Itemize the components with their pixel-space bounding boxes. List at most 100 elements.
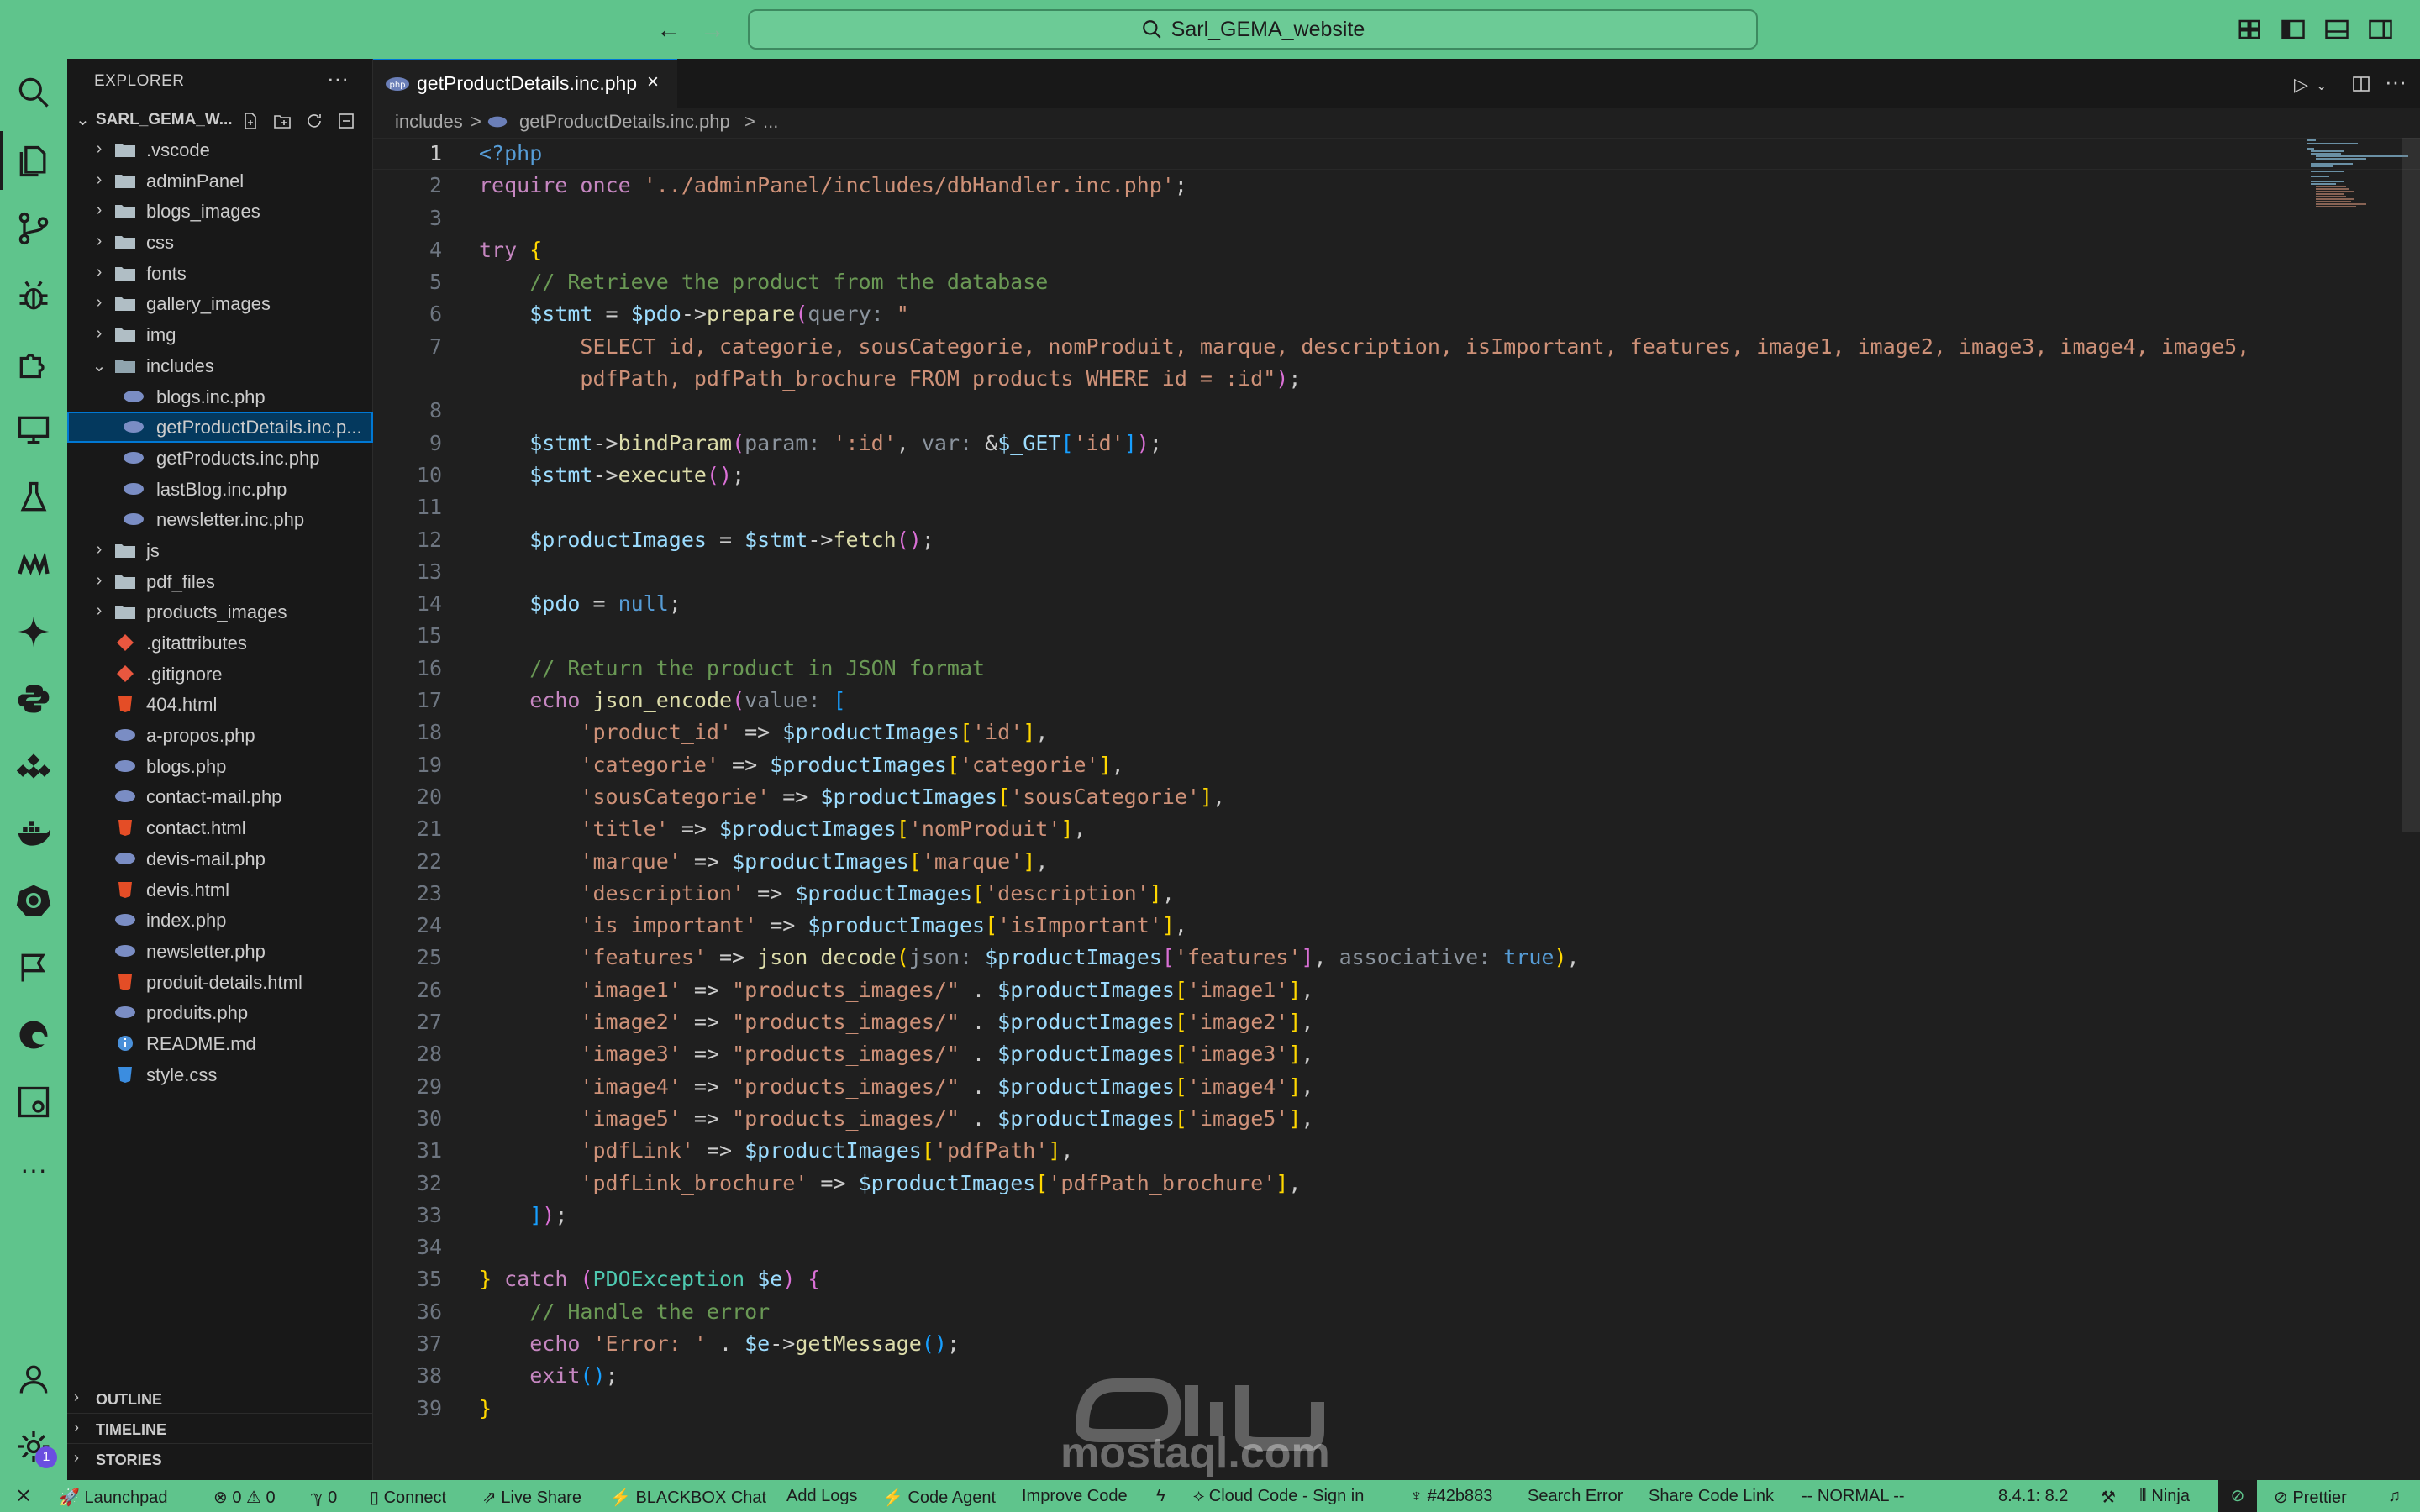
- statusbar-add-logs[interactable]: Add Logs: [786, 1487, 858, 1506]
- statusbar-color[interactable]: ♆ #42b883: [1410, 1487, 1492, 1506]
- breadcrumb-symbol[interactable]: ...: [763, 111, 778, 133]
- forward-arrow-icon[interactable]: →: [694, 12, 731, 49]
- code-line[interactable]: echo json_encode(value: [: [479, 685, 2378, 717]
- statusbar-launchpad[interactable]: 🚀 Launchpad: [59, 1487, 167, 1508]
- code-line[interactable]: $stmt->bindParam(param: ':id', var: &$_G…: [479, 428, 2378, 459]
- remote-explorer-icon[interactable]: [13, 410, 54, 450]
- statusbar-blackbox-chat[interactable]: ⚡ BLACKBOX Chat: [610, 1487, 766, 1508]
- run-play-icon[interactable]: ▷: [2294, 74, 2314, 95]
- code-line[interactable]: // Handle the error: [479, 1296, 2378, 1328]
- explorer-files-icon[interactable]: [13, 141, 54, 181]
- tree-item[interactable]: lastBlog.inc.php: [67, 474, 373, 505]
- source-control-icon[interactable]: [13, 208, 54, 249]
- edge-browser-icon[interactable]: [13, 1015, 54, 1055]
- breadcrumb-folder[interactable]: includes: [395, 111, 463, 133]
- statusbar-search-error[interactable]: Search Error: [1528, 1487, 1623, 1506]
- gemini-sparkle-icon[interactable]: [13, 612, 54, 652]
- code-line[interactable]: $stmt = $pdo->prepare(query: ": [479, 298, 2378, 330]
- python-icon[interactable]: [13, 679, 54, 719]
- new-folder-icon[interactable]: [272, 111, 292, 131]
- code-line[interactable]: pdfPath, pdfPath_brochure FROM products …: [479, 363, 2378, 395]
- code-line[interactable]: [479, 202, 2378, 234]
- back-arrow-icon[interactable]: ←: [650, 12, 687, 49]
- tree-item[interactable]: › img: [67, 319, 373, 350]
- statusbar-share-code-link[interactable]: Share Code Link: [1649, 1487, 1774, 1506]
- testing-flask-icon[interactable]: [13, 477, 54, 517]
- remote-settings-icon[interactable]: [13, 1082, 54, 1122]
- tree-item[interactable]: › css: [67, 227, 373, 258]
- remote-indicator-icon[interactable]: ⨯: [15, 1483, 32, 1508]
- command-center-search[interactable]: Sarl_GEMA_website: [748, 9, 1758, 50]
- tree-item[interactable]: produits.php: [67, 997, 373, 1028]
- code-line[interactable]: [479, 491, 2378, 523]
- tree-item[interactable]: index.php: [67, 905, 373, 936]
- split-editor-icon[interactable]: [2351, 74, 2371, 94]
- tree-item[interactable]: › .vscode: [67, 134, 373, 165]
- lightning-icon[interactable]: ϟ: [1156, 1487, 1165, 1506]
- tree-item[interactable]: newsletter.php: [67, 936, 373, 967]
- tree-item[interactable]: › gallery_images: [67, 288, 373, 319]
- tree-item[interactable]: devis.html: [67, 874, 373, 906]
- refresh-icon[interactable]: [304, 111, 324, 131]
- tools-icon[interactable]: ⚒: [2101, 1487, 2116, 1508]
- more-actions-icon[interactable]: ···: [2385, 69, 2407, 94]
- code-line[interactable]: [479, 1231, 2378, 1263]
- statusbar-ninja[interactable]: ⦀ Ninja: [2139, 1487, 2190, 1506]
- code-line[interactable]: }: [479, 1393, 2378, 1425]
- tab-getproductdetails[interactable]: php getProductDetails.inc.php ×: [373, 59, 677, 108]
- tree-item[interactable]: README.md: [67, 1028, 373, 1059]
- notifications-bell-icon[interactable]: ♫: [2388, 1487, 2401, 1506]
- collapse-all-icon[interactable]: [336, 111, 356, 131]
- timeline-section[interactable]: › TIMELINE: [67, 1413, 373, 1443]
- tree-item[interactable]: style.css: [67, 1059, 373, 1090]
- no-copilot-icon[interactable]: ⊘: [2218, 1480, 2257, 1512]
- code-line[interactable]: echo 'Error: ' . $e->getMessage();: [479, 1328, 2378, 1360]
- kubernetes-icon[interactable]: [13, 880, 54, 921]
- code-line[interactable]: 'features' => json_decode(json: $product…: [479, 942, 2378, 974]
- toggle-primary-sidebar-icon[interactable]: [2281, 17, 2306, 42]
- tree-item[interactable]: .gitattributes: [67, 627, 373, 659]
- accounts-icon[interactable]: [13, 1359, 54, 1399]
- code-line[interactable]: $stmt->execute();: [479, 459, 2378, 491]
- ports-indicator[interactable]: ℽ 0: [311, 1487, 337, 1508]
- php-version-indicator[interactable]: 8.4.1: 8.2: [1998, 1487, 2068, 1506]
- customize-layout-icon[interactable]: [2237, 17, 2262, 42]
- code-line[interactable]: SELECT id, categorie, sousCategorie, nom…: [479, 331, 2378, 363]
- blackbox-logo-icon[interactable]: [13, 544, 54, 585]
- more-actions-icon[interactable]: ···: [327, 66, 349, 92]
- stories-section[interactable]: › STORIES: [67, 1443, 373, 1473]
- chevron-down-icon[interactable]: ⌄: [2316, 77, 2336, 97]
- code-line[interactable]: ]);: [479, 1200, 2378, 1231]
- tree-item[interactable]: contact.html: [67, 812, 373, 843]
- code-line[interactable]: $productImages = $stmt->fetch();: [479, 524, 2378, 556]
- breadcrumb-file[interactable]: getProductDetails.inc.php: [519, 111, 730, 133]
- code-line[interactable]: 'image5' => "products_images/" . $produc…: [479, 1103, 2378, 1135]
- code-line[interactable]: [479, 556, 2378, 588]
- code-line[interactable]: require_once '../adminPanel/includes/dbH…: [479, 170, 2378, 202]
- code-editor[interactable]: 1 2 3 4 5 6 7 8 9 10 11 12 13 14 15 16 17 18 19 20 21 22 23 24 2…: [373, 138, 2420, 1480]
- tree-item[interactable]: produit-details.html: [67, 967, 373, 998]
- tree-item[interactable]: ⌄ includes: [67, 350, 373, 381]
- tree-item[interactable]: 404.html: [67, 689, 373, 720]
- docker-icon[interactable]: [13, 813, 54, 853]
- search-icon[interactable]: [13, 72, 54, 113]
- tree-item[interactable]: › blogs_images: [67, 196, 373, 227]
- tree-item[interactable]: › pdf_files: [67, 566, 373, 597]
- code-line[interactable]: } catch (PDOException $e) {: [479, 1263, 2378, 1295]
- minimap[interactable]: [2306, 138, 2415, 213]
- statusbar-improve-code[interactable]: Improve Code: [1022, 1487, 1128, 1506]
- statusbar-cloud-code[interactable]: ⟡ Cloud Code - Sign in: [1193, 1487, 1364, 1506]
- code-line[interactable]: 'title' => $productImages['nomProduit'],: [479, 813, 2378, 845]
- tree-item[interactable]: › js: [67, 535, 373, 566]
- run-debug-icon[interactable]: [13, 276, 54, 316]
- code-line[interactable]: // Return the product in JSON format: [479, 653, 2378, 685]
- tree-item[interactable]: › products_images: [67, 596, 373, 627]
- extensions-icon[interactable]: [13, 343, 54, 383]
- more-views-icon[interactable]: ···: [13, 1149, 54, 1189]
- flag-icon[interactable]: [13, 948, 54, 988]
- code-line[interactable]: 'image1' => "products_images/" . $produc…: [479, 974, 2378, 1006]
- outline-section[interactable]: › OUTLINE: [67, 1383, 373, 1413]
- tree-item[interactable]: a-propos.php: [67, 720, 373, 751]
- tree-item[interactable]: getProductDetails.inc.p...: [67, 412, 373, 443]
- tree-item[interactable]: newsletter.inc.php: [67, 504, 373, 535]
